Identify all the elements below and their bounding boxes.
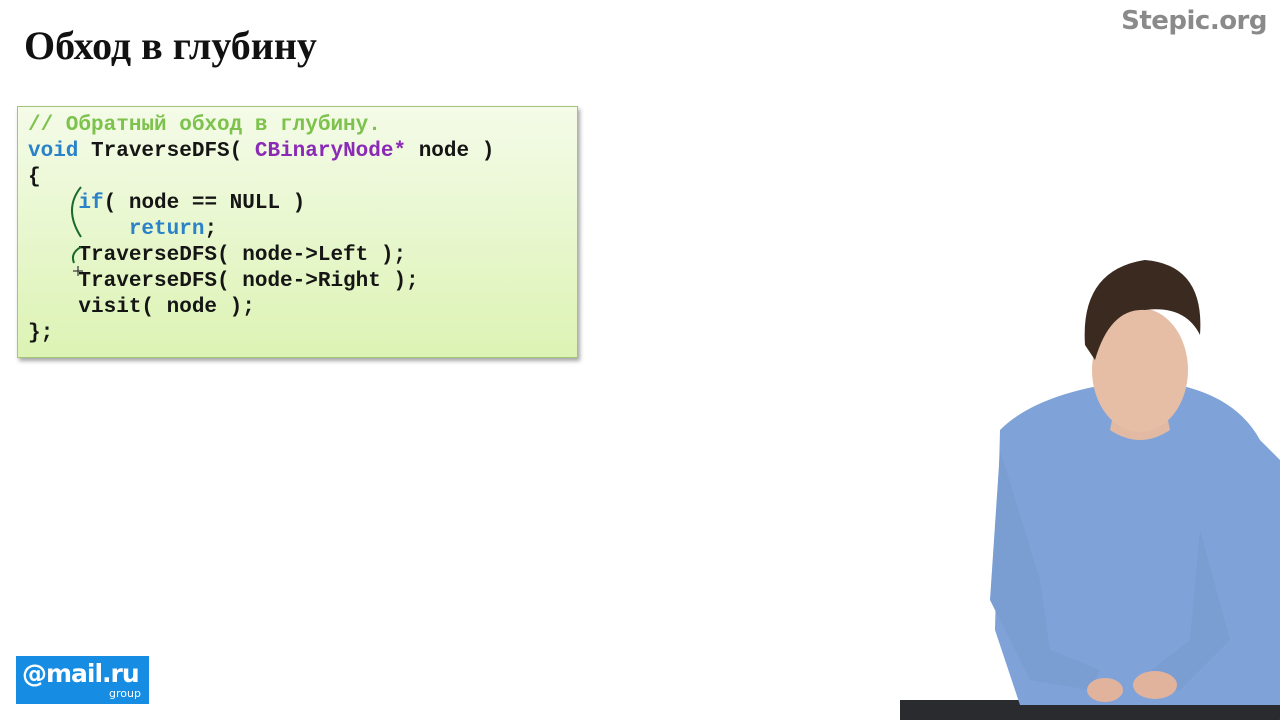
code-token: ; bbox=[204, 218, 218, 241]
code-token: TraverseDFS( bbox=[78, 140, 255, 163]
code-token: { bbox=[28, 166, 41, 189]
code-line: // Обратный обход в глубину. bbox=[28, 113, 494, 139]
code-line: visit( node ); bbox=[28, 295, 494, 321]
code-line: TraverseDFS( node->Left ); bbox=[28, 243, 494, 269]
code-token: visit( node ); bbox=[28, 296, 255, 319]
code-token: node ) bbox=[406, 140, 495, 163]
code-token: return bbox=[128, 218, 205, 241]
logo-main-text: @mail.ru bbox=[22, 659, 140, 688]
code-line: if( node == NULL ) bbox=[28, 191, 494, 217]
hand-image bbox=[1087, 678, 1123, 702]
code-line: return; bbox=[28, 217, 494, 243]
code-token: ( node == NULL ) bbox=[103, 192, 306, 215]
code-token: if bbox=[78, 192, 104, 215]
code-line: }; bbox=[28, 321, 494, 347]
code-token: void bbox=[28, 140, 79, 163]
brand-logo-text: Stepic.org bbox=[1121, 6, 1267, 36]
code-token: // Обратный обход в глубину. bbox=[28, 114, 381, 137]
logo-sub-text: group bbox=[109, 687, 141, 700]
code-token: }; bbox=[28, 322, 54, 345]
presenter-image bbox=[900, 260, 1280, 720]
mailru-group-logo: @mail.ru group bbox=[16, 656, 149, 704]
code-panel: // Обратный обход в глубину. void Travers… bbox=[17, 106, 578, 358]
code-line: { bbox=[28, 165, 494, 191]
code-token: CBinaryNode* bbox=[254, 140, 407, 163]
code-block: // Обратный обход в глубину. void Travers… bbox=[28, 113, 494, 347]
code-line: TraverseDFS( node->Right ); bbox=[28, 269, 494, 295]
slide-title: Обход в глубину bbox=[24, 23, 317, 68]
code-line: void TraverseDFS( CBinaryNode* node ) bbox=[28, 139, 494, 165]
hand-image bbox=[1133, 671, 1177, 699]
code-token: TraverseDFS( node->Right ); bbox=[28, 270, 419, 293]
code-token: TraverseDFS( node->Left ); bbox=[28, 244, 407, 267]
